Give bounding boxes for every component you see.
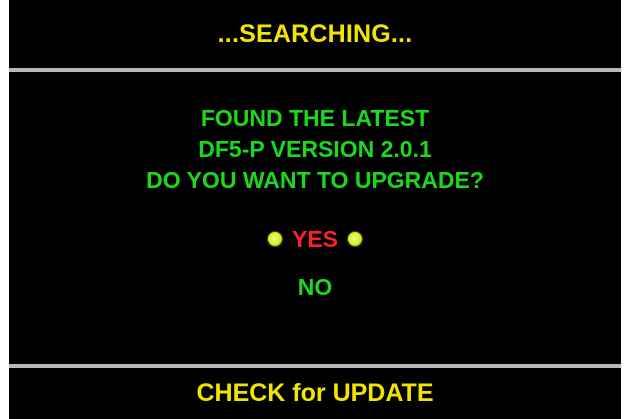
- yes-option-row[interactable]: YES: [9, 224, 621, 254]
- status-text: ...SEARCHING...: [217, 19, 413, 48]
- message-line-1: FOUND THE LATEST: [200, 105, 430, 131]
- selection-dot-icon: [348, 232, 363, 246]
- screen-title: CHECK for UPDATE: [196, 379, 434, 407]
- no-option-row[interactable]: NO: [9, 272, 621, 302]
- message-line-3: DO YOU WANT TO UPGRADE?: [146, 167, 484, 193]
- top-divider: [9, 68, 621, 72]
- status-header: ...SEARCHING...: [9, 0, 621, 68]
- device-screen: ...SEARCHING... FOUND THE LATEST DF5-P V…: [9, 0, 621, 419]
- update-message: FOUND THE LATEST DF5-P VERSION 2.0.1 DO …: [9, 103, 621, 196]
- upgrade-options: YES NO: [9, 224, 621, 302]
- message-line-2: DF5-P VERSION 2.0.1: [198, 136, 432, 162]
- yes-option[interactable]: YES: [292, 226, 338, 253]
- selection-dot-icon: [267, 232, 282, 246]
- no-option[interactable]: NO: [298, 274, 333, 301]
- screen-title-footer: CHECK for UPDATE: [9, 368, 621, 419]
